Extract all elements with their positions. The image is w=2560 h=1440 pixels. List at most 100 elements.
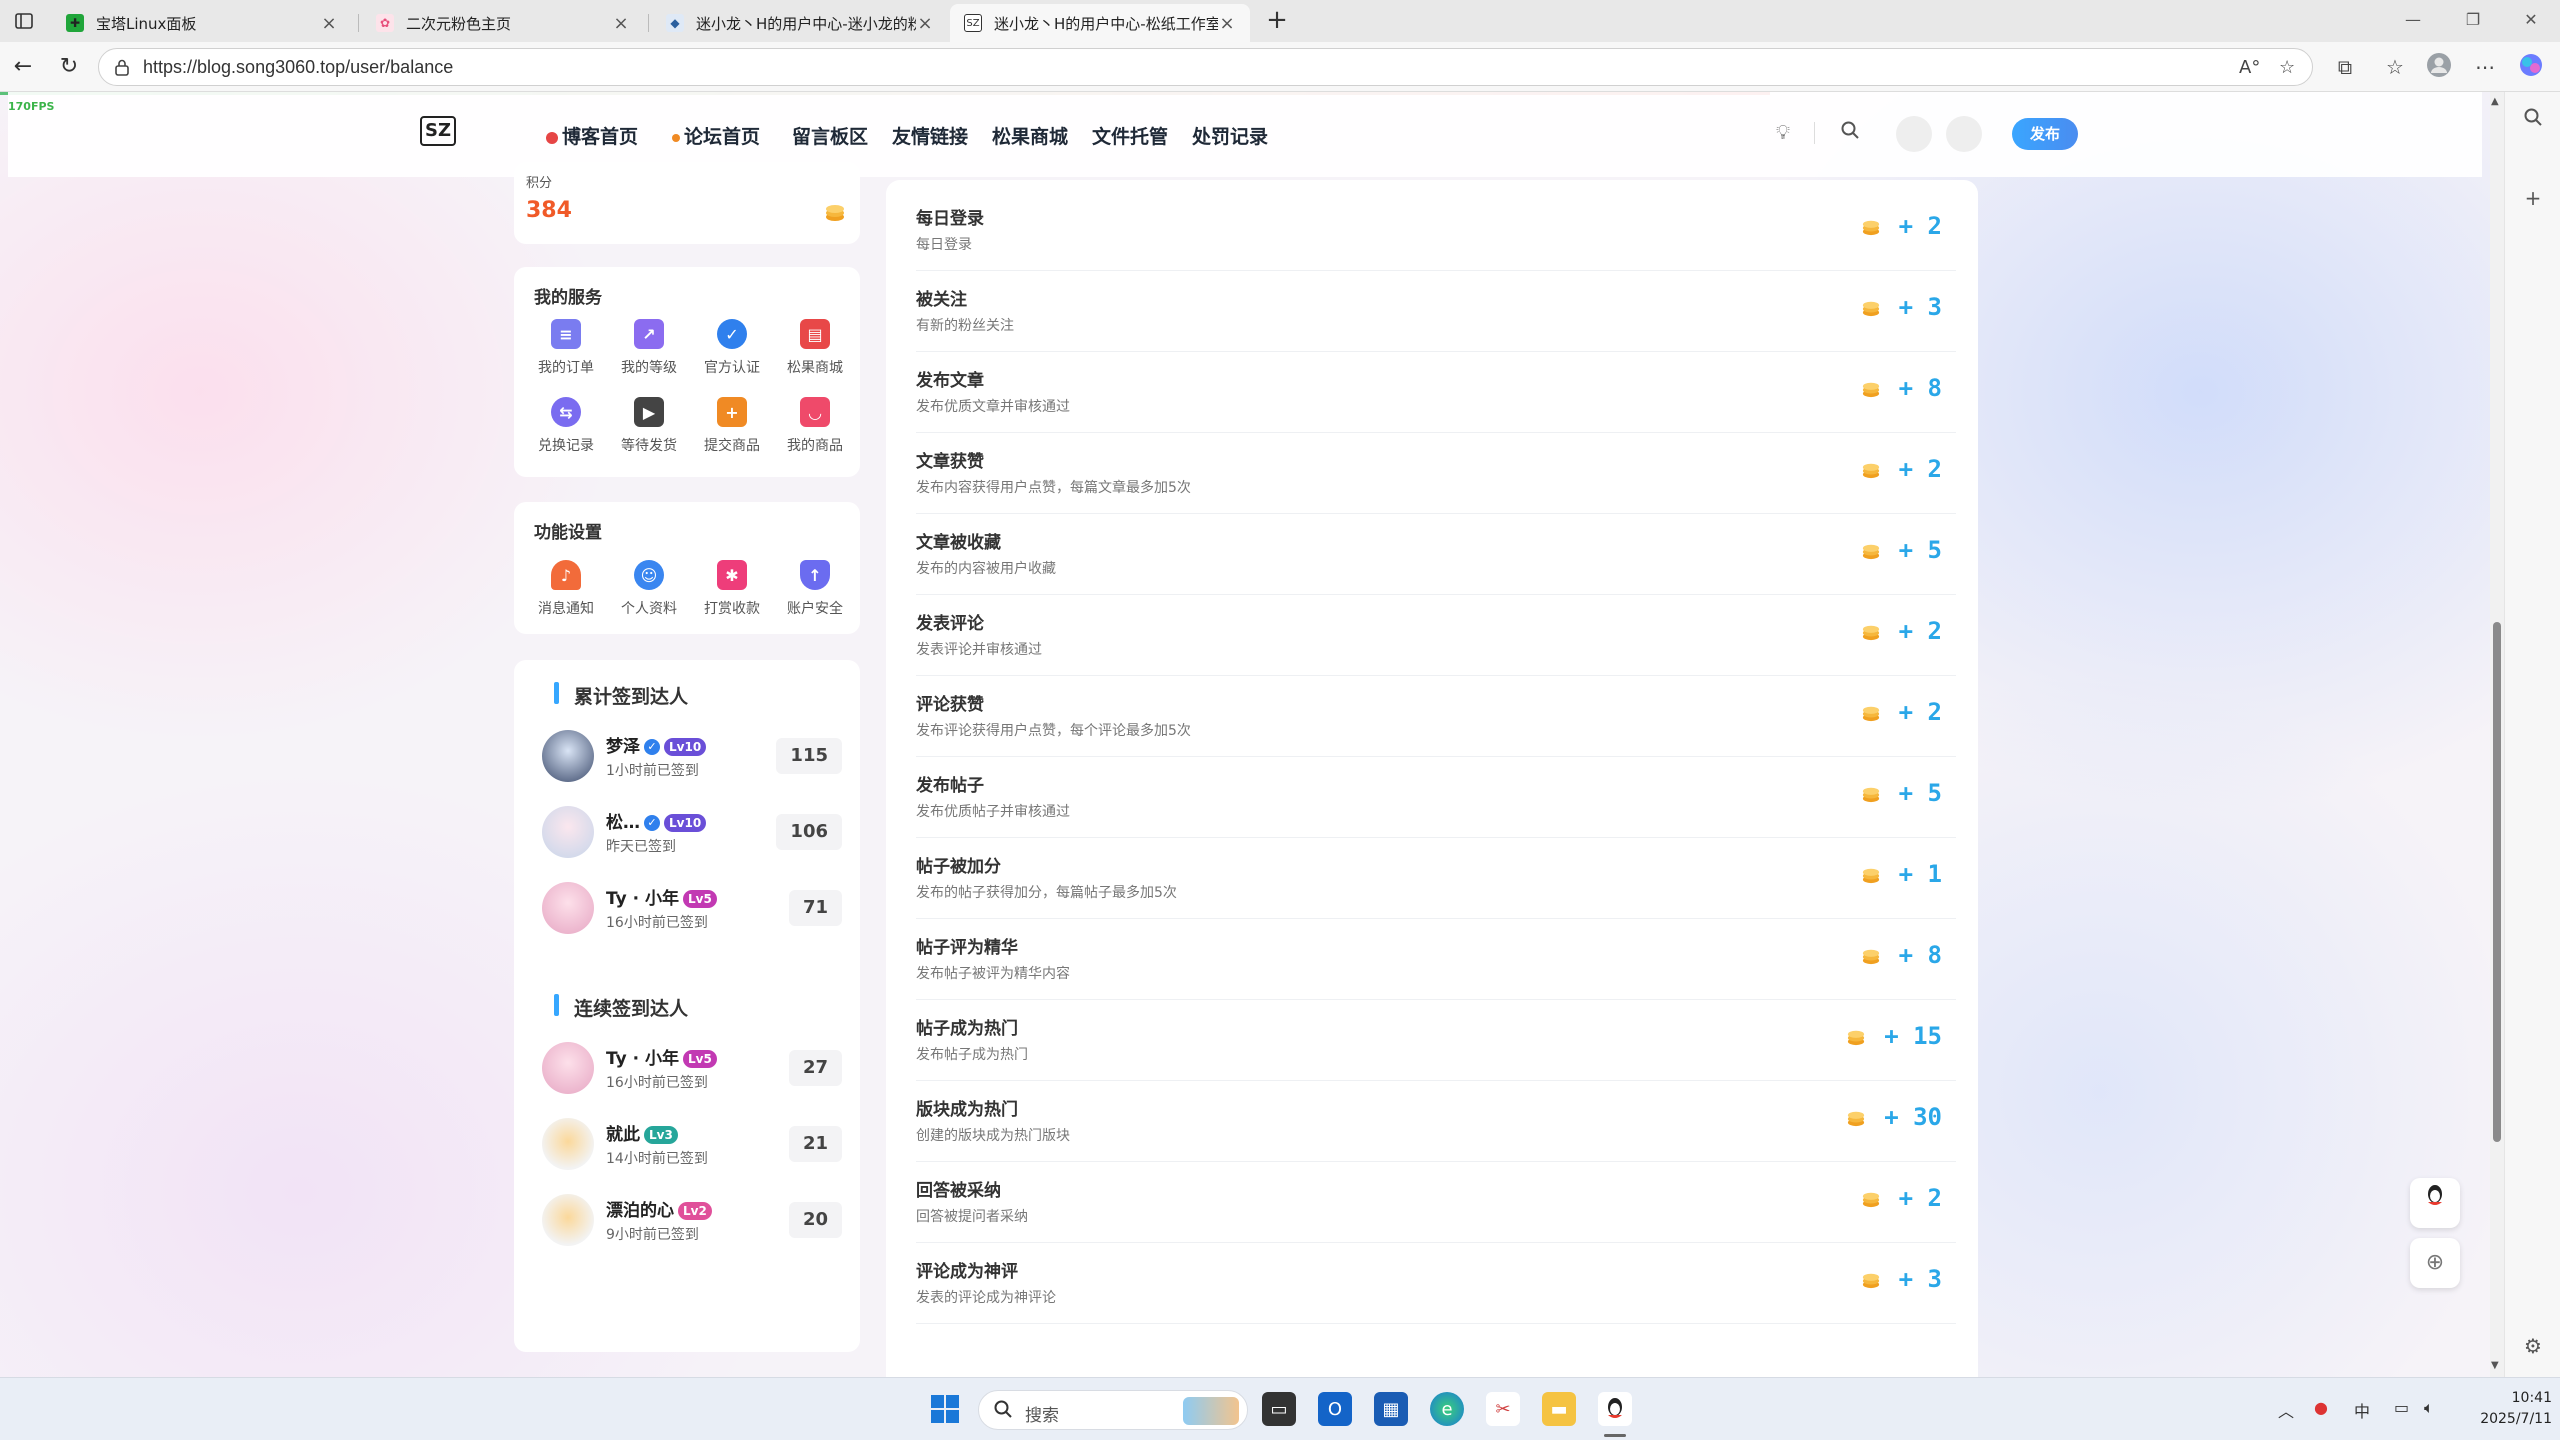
ranking-row[interactable]: 松… ✓ Lv10 昨天已签到 106 [542,804,852,864]
nav-penalty-records[interactable]: 处罚记录 [1192,122,1268,149]
restore-icon[interactable]: ❐ [2458,8,2488,32]
profile-avatar-icon[interactable] [2424,52,2454,82]
nav-blog-home[interactable]: 博客首页 [546,122,638,149]
rule-title: 回答被采纳 [916,1181,1001,1201]
tab-close-icon[interactable]: × [916,13,934,34]
publish-button[interactable]: 发布 [2012,118,2078,150]
user-avatar[interactable] [1946,116,1982,152]
ranking-row[interactable]: Ty · 小年 Lv5 16小时前已签到 27 [542,1040,852,1100]
ime-indicator[interactable]: 中 [2354,1398,2370,1422]
rule-points-value: + 30 [1884,1103,1942,1131]
snipping-tool-icon[interactable]: ✂ [1486,1392,1520,1426]
sidebar-settings-icon[interactable]: ⚙ [2519,1332,2547,1360]
page-scrollbar[interactable]: ▲ ▼ [2490,92,2504,1377]
file-explorer-icon[interactable]: ▬ [1542,1392,1576,1426]
refresh-icon[interactable]: ↻ [54,52,84,82]
qq-tray-icon[interactable]: ● [2314,1398,2328,1417]
show-hidden-icons[interactable]: ︿ [2278,1398,2294,1422]
tab-close-icon[interactable]: × [320,13,338,34]
service-pending-shipment[interactable]: ▶ 等待发货 [609,397,689,455]
tab-actions-icon[interactable] [10,8,38,34]
avatar[interactable] [542,1042,594,1094]
nav-friend-links[interactable]: 友情链接 [892,122,968,149]
ranking-user[interactable]: 松… ✓ Lv10 [606,808,707,833]
ranking-row[interactable]: 就此 Lv3 14小时前已签到 21 [542,1116,852,1176]
copilot-icon[interactable] [2516,52,2546,82]
qq-contact-button[interactable] [2410,1178,2460,1228]
service-exchange-records[interactable]: ⇆ 兑换记录 [526,397,606,455]
tab-close-icon[interactable]: × [1218,13,1236,34]
service-verification[interactable]: ✓ 官方认证 [692,319,772,377]
nav-file-hosting[interactable]: 文件托管 [1092,122,1168,149]
setting-notifications[interactable]: ♪ 消息通知 [526,560,606,618]
ranking-row[interactable]: 漂泊的心 Lv2 9小时前已签到 20 [542,1192,852,1252]
browser-tab-0[interactable]: ✚ 宝塔Linux面板 × [52,4,352,42]
setting-profile[interactable]: ☺ 个人资料 [609,560,689,618]
qq-taskbar-icon[interactable] [1598,1392,1632,1426]
ranking-user[interactable]: 梦泽 ✓ Lv10 [606,732,707,757]
close-window-icon[interactable]: ✕ [2516,8,2546,32]
search-icon[interactable] [1840,120,1860,145]
ranking-row[interactable]: 梦泽 ✓ Lv10 1小时前已签到 115 [542,728,852,788]
avatar[interactable] [542,1194,594,1246]
level-value: 5 [703,892,712,906]
service-my-products[interactable]: ◡ 我的商品 [775,397,855,455]
favorites-icon[interactable]: ☆ [2380,52,2410,82]
rule-points-value: + 2 [1898,455,1942,483]
favorite-star-icon[interactable]: ☆ [2279,57,2295,78]
more-options-icon[interactable]: ⋯ [2470,52,2500,82]
ranking-user[interactable]: 就此 Lv3 [606,1120,678,1145]
volume-icon[interactable]: 🔈︎ [2424,1398,2434,1418]
avatar[interactable] [542,806,594,858]
scroll-up-icon[interactable]: ▲ [2491,96,2499,107]
new-tab-button[interactable]: + [1262,6,1292,36]
edge-icon[interactable]: e [1430,1392,1464,1426]
avatar[interactable] [542,1118,594,1170]
site-logo[interactable]: SZ [420,116,456,146]
outlook-icon[interactable]: O [1318,1392,1352,1426]
ranking-user[interactable]: 漂泊的心 Lv2 [606,1196,712,1221]
lightbulb-icon[interactable]: 💡︎ [1776,120,1790,144]
rule-points-value: + 8 [1898,941,1942,969]
add-more-button[interactable]: ⊕ [2410,1238,2460,1288]
service-submit-product[interactable]: + 提交商品 [692,397,772,455]
service-shop[interactable]: ▤ 松果商城 [775,319,855,377]
taskbar-search[interactable]: 搜索 [978,1390,1248,1430]
setting-tipping[interactable]: ✱ 打赏收款 [692,560,772,618]
scrollbar-thumb[interactable] [2493,622,2501,1142]
ranking-user[interactable]: Ty · 小年 Lv5 [606,1044,717,1069]
service-level[interactable]: ↗ 我的等级 [609,319,689,377]
lock-icon[interactable] [113,58,131,76]
avatar[interactable] [542,730,594,782]
extensions-icon[interactable]: ⧉ [2330,52,2360,82]
sidebar-add-icon[interactable]: + [2519,184,2547,212]
ranking-row[interactable]: Ty · 小年 Lv5 16小时前已签到 71 [542,880,852,940]
service-orders[interactable]: ≡ 我的订单 [526,319,606,377]
tab-close-icon[interactable]: × [612,13,630,34]
message-icon[interactable] [1896,116,1932,152]
windows-start-icon[interactable] [928,1392,962,1426]
url-text[interactable]: https://blog.song3060.top/user/balance [143,57,453,78]
nav-message-board[interactable]: 留言板区 [792,122,868,149]
setting-account-security[interactable]: ↑ 账户安全 [775,560,855,618]
nav-forum-home[interactable]: 论坛首页 [672,122,760,149]
read-aloud-icon[interactable]: A° [2239,57,2260,78]
task-view-icon[interactable]: ▭ [1262,1392,1296,1426]
avatar[interactable] [542,882,594,934]
store-icon[interactable]: ▦ [1374,1392,1408,1426]
ranking-user[interactable]: Ty · 小年 Lv5 [606,884,717,909]
address-bar[interactable]: https://blog.song3060.top/user/balance A… [98,48,2313,86]
browser-tab-3[interactable]: SZ 迷小龙丶H的用户中心-松纸工作室 × [950,4,1250,42]
sidebar-search-icon[interactable] [2519,106,2547,134]
scroll-down-icon[interactable]: ▼ [2491,1360,2499,1371]
rule-title: 评论成为神评 [916,1262,1018,1282]
balance-value: 384 [526,198,572,223]
browser-tab-2[interactable]: ◆ 迷小龙丶H的用户中心-迷小龙的粉纸工作室 × [652,4,948,42]
network-icon[interactable]: ▭ [2394,1398,2409,1417]
browser-tab-1[interactable]: ✿ 二次元粉色主页 × [362,4,644,42]
minimize-icon[interactable]: — [2398,8,2428,32]
ranking-name: 松… [606,813,640,833]
nav-pinecone-shop[interactable]: 松果商城 [992,122,1068,149]
system-clock[interactable]: 10:41 2025/7/11 [2462,1388,2552,1430]
back-icon[interactable]: ← [8,52,38,82]
